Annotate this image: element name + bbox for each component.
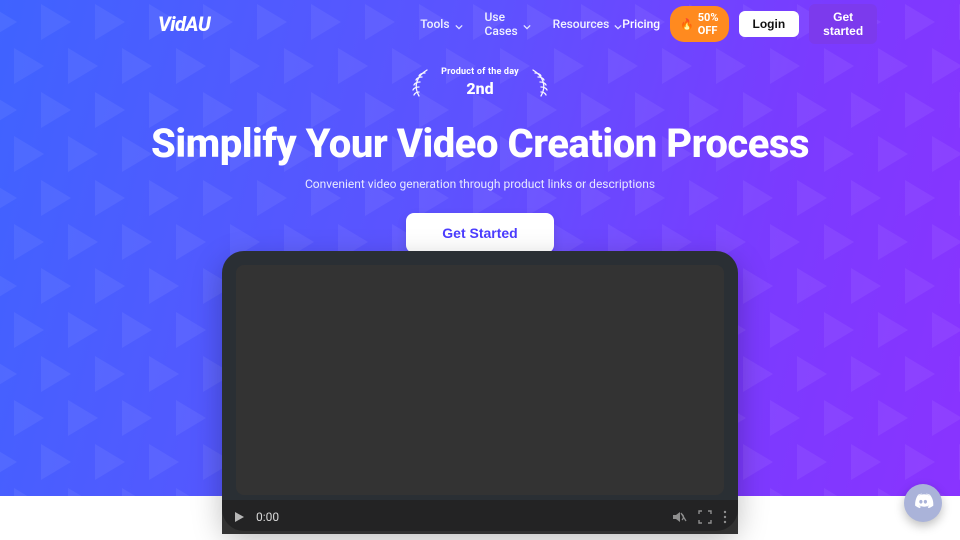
fire-icon: 🔥 <box>680 18 694 31</box>
nav-resources[interactable]: Resources <box>553 17 623 31</box>
chevron-down-icon <box>614 20 622 28</box>
product-of-day-badge: Product of the day 2nd <box>407 68 553 98</box>
more-icon[interactable] <box>722 510 728 524</box>
get-started-button[interactable]: Get Started <box>406 213 553 253</box>
discount-text: 50% OFF <box>698 11 719 37</box>
video-device-frame <box>222 251 738 531</box>
primary-nav: Tools Use Cases Resources <box>420 10 622 38</box>
hero-subhead: Convenient video generation through prod… <box>0 177 960 191</box>
header: VidAU Tools Use Cases Resources <box>0 0 960 48</box>
get-started-button-header[interactable]: Get started <box>809 4 877 44</box>
discount-badge[interactable]: 🔥 50% OFF <box>670 6 728 42</box>
video-screen[interactable] <box>236 265 724 495</box>
discord-fab[interactable] <box>904 484 942 522</box>
nav-use-cases[interactable]: Use Cases <box>485 10 531 38</box>
hero-headline: Simplify Your Video Creation Process <box>0 120 960 167</box>
logo[interactable]: VidAU <box>158 12 210 36</box>
nav-label: Resources <box>553 17 610 31</box>
chevron-down-icon <box>523 20 531 28</box>
nav-label: Use Cases <box>485 10 518 38</box>
chevron-down-icon <box>455 20 463 28</box>
laurel-left-icon <box>407 68 433 98</box>
nav-pricing[interactable]: Pricing <box>622 17 660 31</box>
volume-icon[interactable] <box>672 510 688 524</box>
pod-line2: 2nd <box>441 80 519 98</box>
discord-icon <box>912 490 934 516</box>
login-button[interactable]: Login <box>739 11 800 37</box>
header-actions: Pricing 🔥 50% OFF Login Get started <box>622 4 877 44</box>
play-icon[interactable] <box>232 510 246 524</box>
video-player-controls: 0:00 <box>222 500 738 534</box>
hero: Product of the day 2nd Simplify Your Vid… <box>0 68 960 253</box>
laurel-right-icon <box>527 68 553 98</box>
nav-tools[interactable]: Tools <box>420 17 462 31</box>
video-time: 0:00 <box>256 510 279 524</box>
fullscreen-icon[interactable] <box>698 510 712 524</box>
pod-line1: Product of the day <box>441 68 519 78</box>
nav-label: Tools <box>420 17 449 31</box>
